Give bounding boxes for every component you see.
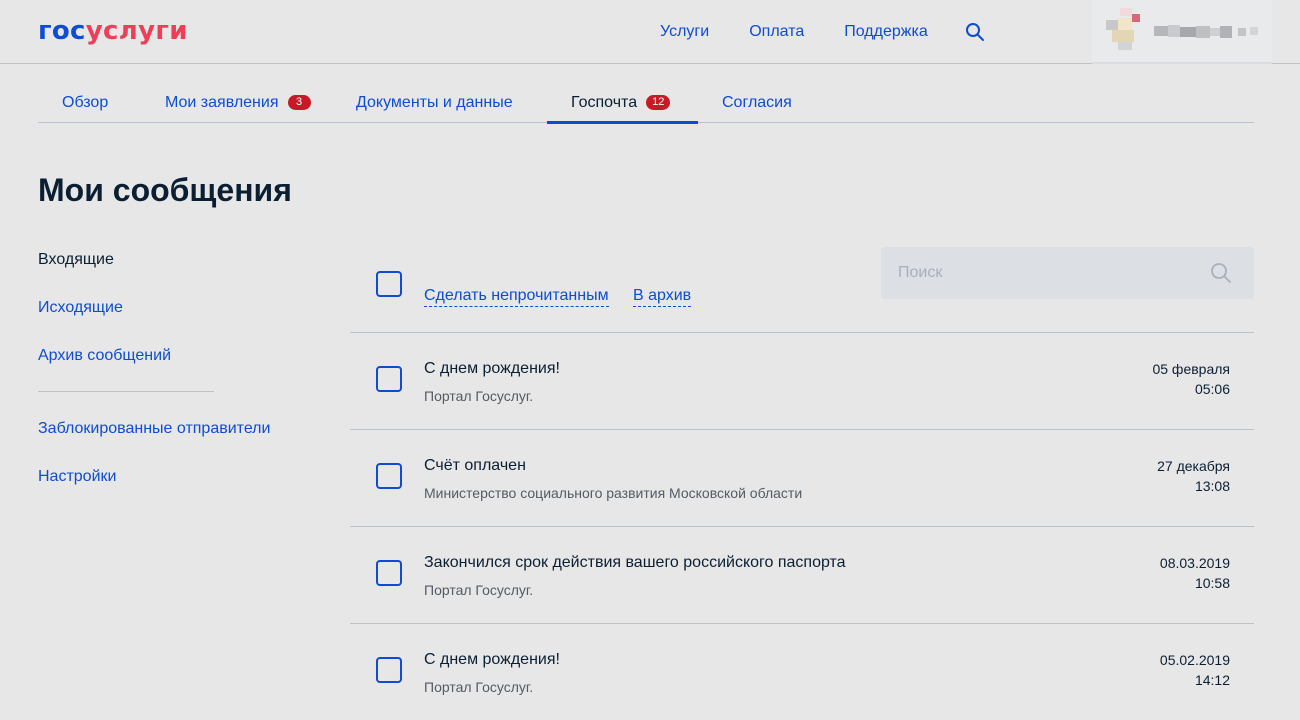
mark-unread-button[interactable]: Сделать непрочитанным xyxy=(424,286,609,307)
search-icon[interactable] xyxy=(1210,262,1232,284)
tab-consents[interactable]: Согласия xyxy=(698,82,816,123)
message-time: 10:58 xyxy=(1194,575,1230,591)
message-checkbox[interactable] xyxy=(376,463,402,489)
tab-label: Документы и данные xyxy=(356,93,513,111)
nav-payment[interactable]: Оплата xyxy=(749,23,804,41)
message-date: 05.02.2019 xyxy=(1159,652,1230,668)
message-sender: Портал Госуслуг. xyxy=(424,679,534,695)
sidebar-item-outbox[interactable]: Исходящие xyxy=(38,298,123,318)
message-search xyxy=(881,247,1254,299)
count-badge: 12 xyxy=(646,95,671,110)
tab-documents[interactable]: Документы и данные xyxy=(332,82,537,123)
search-icon[interactable] xyxy=(965,22,985,42)
message-sender: Портал Госуслуг. xyxy=(424,388,534,404)
tab-label: Госпочта xyxy=(571,93,638,111)
tab-label: Согласия xyxy=(722,93,792,111)
tab-overview[interactable]: Обзор xyxy=(38,82,132,123)
logo-part-uslugi: услуги xyxy=(85,16,188,46)
tab-label: Мои заявления xyxy=(165,93,279,111)
message-checkbox[interactable] xyxy=(376,366,402,392)
message-date: 27 декабря xyxy=(1157,458,1230,474)
count-badge: 3 xyxy=(287,95,311,110)
message-subject: С днем рождения! xyxy=(424,651,560,668)
message-row[interactable]: Счёт оплачен Министерство социального ра… xyxy=(350,430,1254,526)
tab-my-applications[interactable]: Мои заявления 3 xyxy=(141,82,335,123)
gosuslugi-logo[interactable]: госуслуги xyxy=(38,14,188,48)
message-row[interactable]: Закончился срок действия вашего российск… xyxy=(350,527,1254,623)
message-sender: Портал Госуслуг. xyxy=(424,582,534,598)
sidebar-divider xyxy=(38,391,214,392)
message-subject: Счёт оплачен xyxy=(424,457,526,474)
message-subject: С днем рождения! xyxy=(424,360,560,377)
select-all-checkbox[interactable] xyxy=(376,271,402,297)
top-navigation: Услуги Оплата Поддержка xyxy=(660,20,928,44)
message-subject: Закончился срок действия вашего российск… xyxy=(424,554,846,571)
message-sender: Министерство социального развития Москов… xyxy=(424,485,803,501)
sidebar-item-blocked-senders[interactable]: Заблокированные отправители xyxy=(38,419,270,439)
tab-label: Обзор xyxy=(62,93,109,111)
message-row[interactable]: С днем рождения! Портал Госуслуг. 05.02.… xyxy=(350,624,1254,720)
tab-gospochta[interactable]: Госпочта 12 xyxy=(547,82,698,124)
search-input[interactable] xyxy=(898,261,1188,285)
message-row[interactable]: С днем рождения! Портал Госуслуг. 05 фев… xyxy=(350,333,1254,429)
message-checkbox[interactable] xyxy=(376,560,402,586)
archive-button[interactable]: В архив xyxy=(633,286,692,307)
page-title: Мои сообщения xyxy=(38,172,292,208)
sidebar-item-settings[interactable]: Настройки xyxy=(38,467,116,487)
logo-part-gos: гос xyxy=(38,16,86,46)
account-tabs: Обзор Мои заявления 3 Документы и данные… xyxy=(38,82,1254,124)
sidebar-item-archive[interactable]: Архив сообщений xyxy=(38,346,171,366)
message-time: 05:06 xyxy=(1194,381,1230,397)
user-name-pixelated xyxy=(1154,25,1258,38)
site-header: госуслуги Услуги Оплата Поддержка xyxy=(0,0,1300,64)
message-time: 13:08 xyxy=(1194,478,1230,494)
user-profile-menu[interactable] xyxy=(1092,0,1272,64)
message-time: 14:12 xyxy=(1194,672,1230,688)
sidebar-item-inbox[interactable]: Входящие xyxy=(38,250,114,270)
avatar xyxy=(1106,8,1140,50)
message-checkbox[interactable] xyxy=(376,657,402,683)
message-date: 08.03.2019 xyxy=(1159,555,1230,571)
message-date: 05 февраля xyxy=(1152,361,1230,377)
nav-services[interactable]: Услуги xyxy=(660,23,709,41)
nav-support[interactable]: Поддержка xyxy=(844,23,927,41)
